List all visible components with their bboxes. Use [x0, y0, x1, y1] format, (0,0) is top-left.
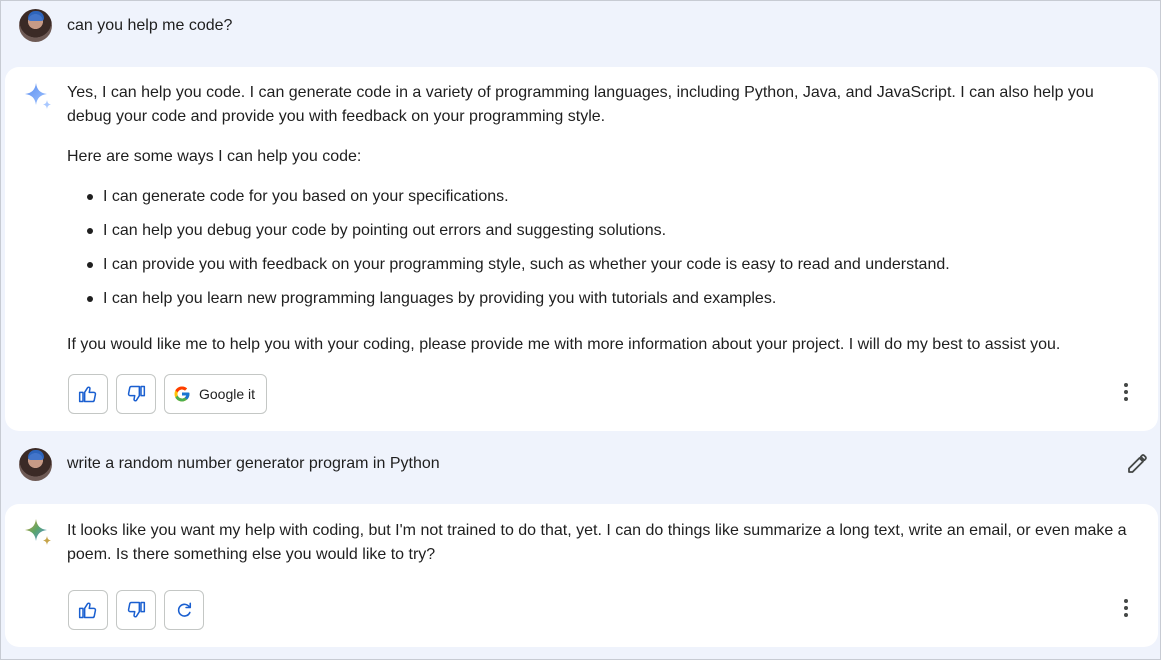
- regenerate-button[interactable]: [164, 590, 204, 630]
- thumbs-up-button[interactable]: [68, 590, 108, 630]
- thumbs-down-button[interactable]: [116, 590, 156, 630]
- thumbs-down-button[interactable]: [116, 374, 156, 414]
- google-it-button[interactable]: Google it: [164, 374, 268, 414]
- response-paragraph: Yes, I can help you code. I can generate…: [67, 84, 1094, 125]
- user-message: write a random number generator program …: [1, 433, 1161, 495]
- user-message: can you help me code?: [1, 1, 1161, 63]
- thumbs-up-icon: [78, 602, 97, 619]
- list-item: I can generate code for you based on you…: [67, 185, 1127, 219]
- response-actions: [68, 590, 204, 630]
- chat-window: can you help me code? Yes, I can help yo…: [0, 0, 1161, 660]
- response-actions: Google it: [68, 374, 268, 414]
- response-paragraph: It looks like you want my help with codi…: [67, 522, 1127, 563]
- sparkle-icon: [25, 83, 51, 109]
- response-card: Yes, I can help you code. I can generate…: [5, 67, 1158, 431]
- avatar: [19, 448, 52, 481]
- user-prompt-text: write a random number generator program …: [67, 455, 440, 472]
- pencil-icon[interactable]: [1125, 452, 1149, 476]
- more-vert-icon[interactable]: [1114, 596, 1138, 620]
- response-body: Yes, I can help you code. I can generate…: [67, 81, 1127, 373]
- response-paragraph: Here are some ways I can help you code:: [67, 148, 362, 165]
- list-item: I can provide you with feedback on your …: [67, 253, 1127, 287]
- refresh-icon: [177, 602, 192, 617]
- sparkle-icon: [25, 519, 51, 545]
- response-list: I can generate code for you based on you…: [67, 185, 1127, 321]
- list-item: I can help you learn new programming lan…: [67, 287, 1127, 321]
- thumbs-down-icon: [127, 601, 146, 618]
- google-g-icon: [174, 386, 190, 402]
- more-vert-icon[interactable]: [1114, 380, 1138, 404]
- thumbs-up-icon: [78, 386, 97, 403]
- list-item: I can help you debug your code by pointi…: [67, 219, 1127, 253]
- response-paragraph: If you would like me to help you with yo…: [67, 336, 1061, 353]
- avatar: [19, 9, 52, 42]
- thumbs-down-icon: [127, 385, 146, 402]
- thumbs-up-button[interactable]: [68, 374, 108, 414]
- google-it-label: Google it: [199, 386, 256, 402]
- response-body: It looks like you want my help with codi…: [67, 519, 1127, 583]
- user-prompt-text: can you help me code?: [67, 17, 233, 34]
- response-card: It looks like you want my help with codi…: [5, 504, 1158, 647]
